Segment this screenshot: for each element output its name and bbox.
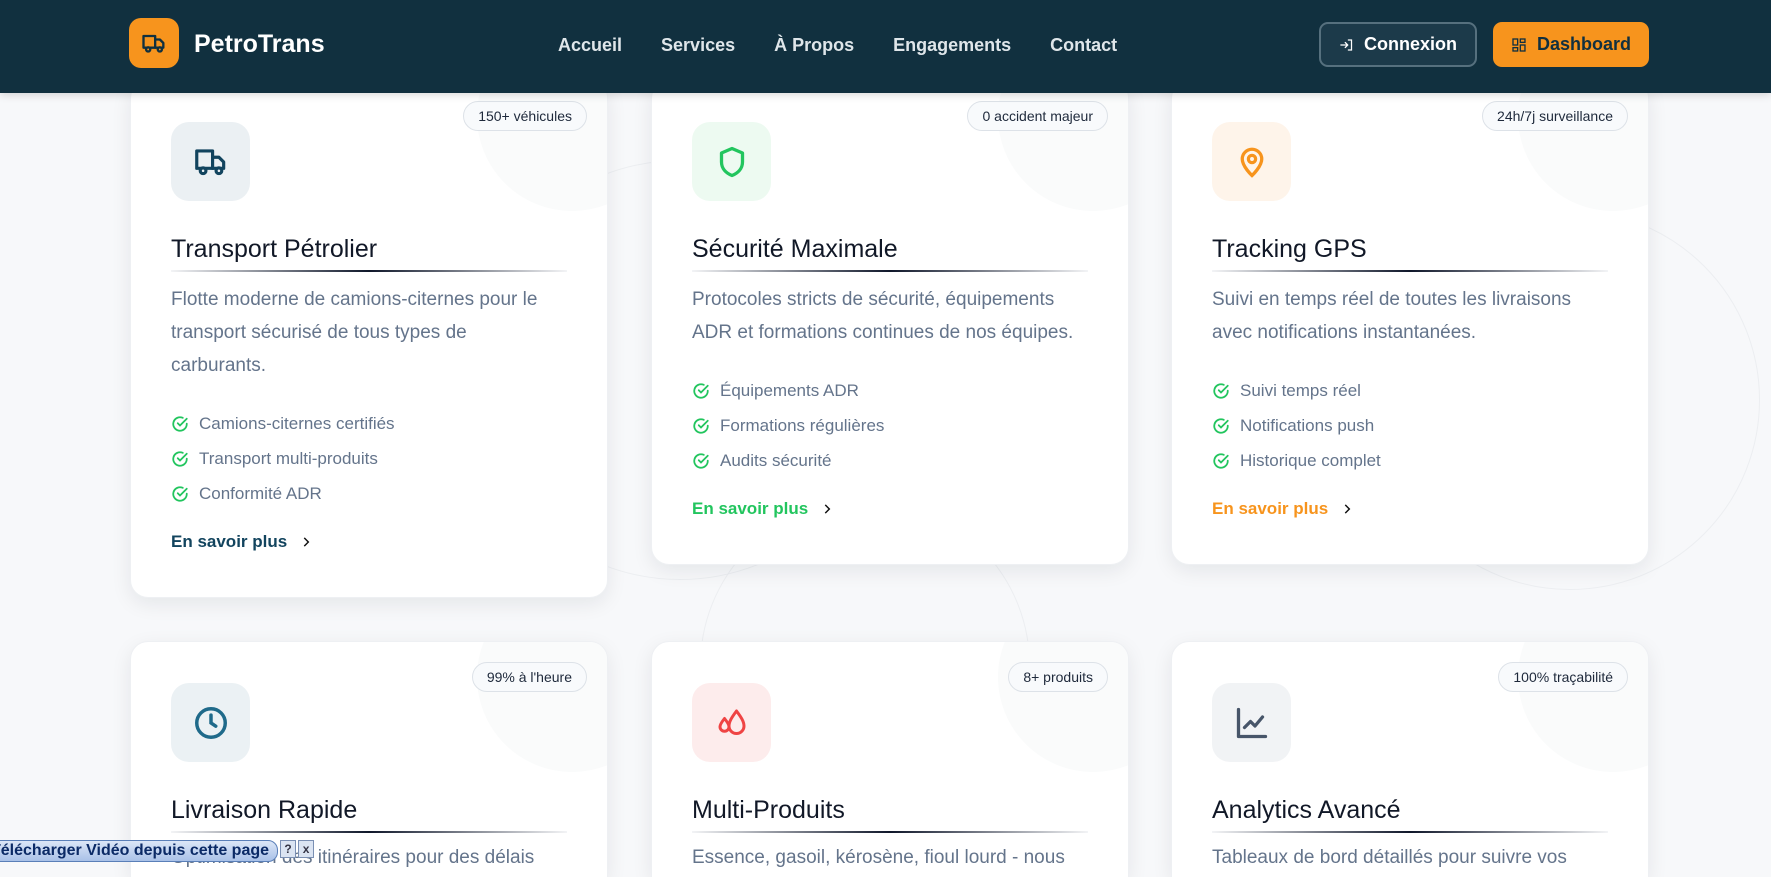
stat-badge: 150+ véhicules bbox=[463, 101, 587, 131]
download-video-button[interactable]: Télécharger Vidéo depuis cette page bbox=[0, 840, 279, 862]
clock-icon bbox=[194, 706, 227, 739]
icon-box bbox=[171, 122, 250, 201]
droplets-icon bbox=[718, 709, 745, 735]
truck-icon bbox=[194, 148, 225, 175]
card-description: Suivi en temps réel de toutes les livrai… bbox=[1212, 289, 1572, 343]
stat-badge: 24h/7j surveillance bbox=[1482, 101, 1628, 131]
check-circle-icon bbox=[693, 452, 709, 469]
nav-a-propos[interactable]: À Propos bbox=[774, 35, 854, 56]
feature-item: Historique complet bbox=[1212, 443, 1608, 478]
card-description: Tableaux de bord détaillés pour suivre v… bbox=[1212, 847, 1567, 868]
icon-box bbox=[171, 683, 250, 762]
feature-item: Notifications push bbox=[1212, 408, 1608, 443]
logo[interactable] bbox=[129, 18, 179, 68]
feature-item: Camions-citernes certifiés bbox=[171, 406, 567, 441]
service-card-analytics: 100% traçabilité Analytics Avancé Tablea… bbox=[1171, 641, 1649, 877]
service-card-multi-produits: 8+ produits Multi-Produits Essence, gaso… bbox=[651, 641, 1129, 877]
feature-item: Transport multi-produits bbox=[171, 441, 567, 476]
video-download-toolbar: Télécharger Vidéo depuis cette page ? x bbox=[0, 840, 315, 862]
card-description: Protocoles stricts de sécurité, équipeme… bbox=[692, 289, 1074, 343]
check-circle-icon bbox=[693, 417, 709, 434]
icon-box bbox=[1212, 683, 1291, 762]
card-description: Flotte moderne de camions-citernes pour … bbox=[171, 289, 538, 376]
stat-badge: 99% à l'heure bbox=[471, 662, 587, 692]
learn-more-link[interactable]: En savoir plus bbox=[1212, 499, 1608, 519]
stat-badge: 0 accident majeur bbox=[967, 101, 1108, 131]
nav-services[interactable]: Services bbox=[661, 35, 735, 56]
main-nav: Accueil Services À Propos Engagements Co… bbox=[558, 35, 1117, 56]
card-title: Sécurité Maximale bbox=[692, 235, 1088, 272]
check-circle-icon bbox=[1213, 417, 1229, 434]
top-navbar: PetroTrans Accueil Services À Propos Eng… bbox=[0, 0, 1771, 93]
dashboard-label: Dashboard bbox=[1536, 34, 1631, 54]
dashboard-button[interactable]: Dashboard bbox=[1493, 22, 1649, 67]
chart-line-icon bbox=[1236, 707, 1267, 738]
icon-box bbox=[1212, 122, 1291, 201]
card-title: Livraison Rapide bbox=[171, 796, 567, 833]
help-button[interactable]: ? bbox=[280, 840, 297, 858]
icon-box bbox=[692, 122, 771, 201]
close-button[interactable]: x bbox=[298, 840, 315, 858]
login-icon bbox=[1340, 38, 1353, 51]
login-label: Connexion bbox=[1364, 34, 1457, 54]
service-card-transport: 150+ véhicules Transport Pétrolier Flott… bbox=[130, 80, 608, 598]
shield-icon bbox=[719, 146, 744, 177]
check-circle-icon bbox=[693, 382, 709, 399]
stat-badge: 100% traçabilité bbox=[1498, 662, 1628, 692]
learn-more-link[interactable]: En savoir plus bbox=[692, 499, 1088, 519]
feature-item: Suivi temps réel bbox=[1212, 373, 1608, 408]
check-circle-icon bbox=[172, 450, 188, 467]
feature-item: Conformité ADR bbox=[171, 476, 567, 511]
feature-item: Audits sécurité bbox=[692, 443, 1088, 478]
nav-engagements[interactable]: Engagements bbox=[893, 35, 1011, 56]
brand-name[interactable]: PetroTrans bbox=[194, 30, 325, 59]
check-circle-icon bbox=[172, 485, 188, 502]
check-circle-icon bbox=[1213, 452, 1229, 469]
feature-item: Équipements ADR bbox=[692, 373, 1088, 408]
check-circle-icon bbox=[1213, 382, 1229, 399]
dashboard-icon bbox=[1512, 37, 1526, 52]
service-card-tracking: 24h/7j surveillance Tracking GPS Suivi e… bbox=[1171, 80, 1649, 565]
icon-box bbox=[692, 683, 771, 762]
nav-accueil[interactable]: Accueil bbox=[558, 35, 622, 56]
chevron-right-icon bbox=[303, 537, 310, 547]
feature-item: Formations régulières bbox=[692, 408, 1088, 443]
chevron-right-icon bbox=[824, 504, 831, 514]
map-pin-icon bbox=[1240, 147, 1263, 178]
nav-contact[interactable]: Contact bbox=[1050, 35, 1117, 56]
feature-list: Suivi temps réel Notifications push Hist… bbox=[1212, 373, 1608, 478]
card-title: Multi-Produits bbox=[692, 796, 1088, 833]
service-card-securite: 0 accident majeur Sécurité Maximale Prot… bbox=[651, 80, 1129, 565]
truck-icon bbox=[142, 34, 165, 53]
check-circle-icon bbox=[172, 415, 188, 432]
card-title: Tracking GPS bbox=[1212, 235, 1608, 272]
card-title: Analytics Avancé bbox=[1212, 796, 1608, 833]
card-description: Essence, gasoil, kérosène, fioul lourd -… bbox=[692, 847, 1065, 868]
feature-list: Camions-citernes certifiés Transport mul… bbox=[171, 406, 567, 511]
learn-more-link[interactable]: En savoir plus bbox=[171, 532, 567, 552]
chevron-right-icon bbox=[1344, 504, 1351, 514]
stat-badge: 8+ produits bbox=[1008, 662, 1108, 692]
card-title: Transport Pétrolier bbox=[171, 235, 567, 272]
feature-list: Équipements ADR Formations régulières Au… bbox=[692, 373, 1088, 478]
login-button[interactable]: Connexion bbox=[1319, 22, 1477, 67]
